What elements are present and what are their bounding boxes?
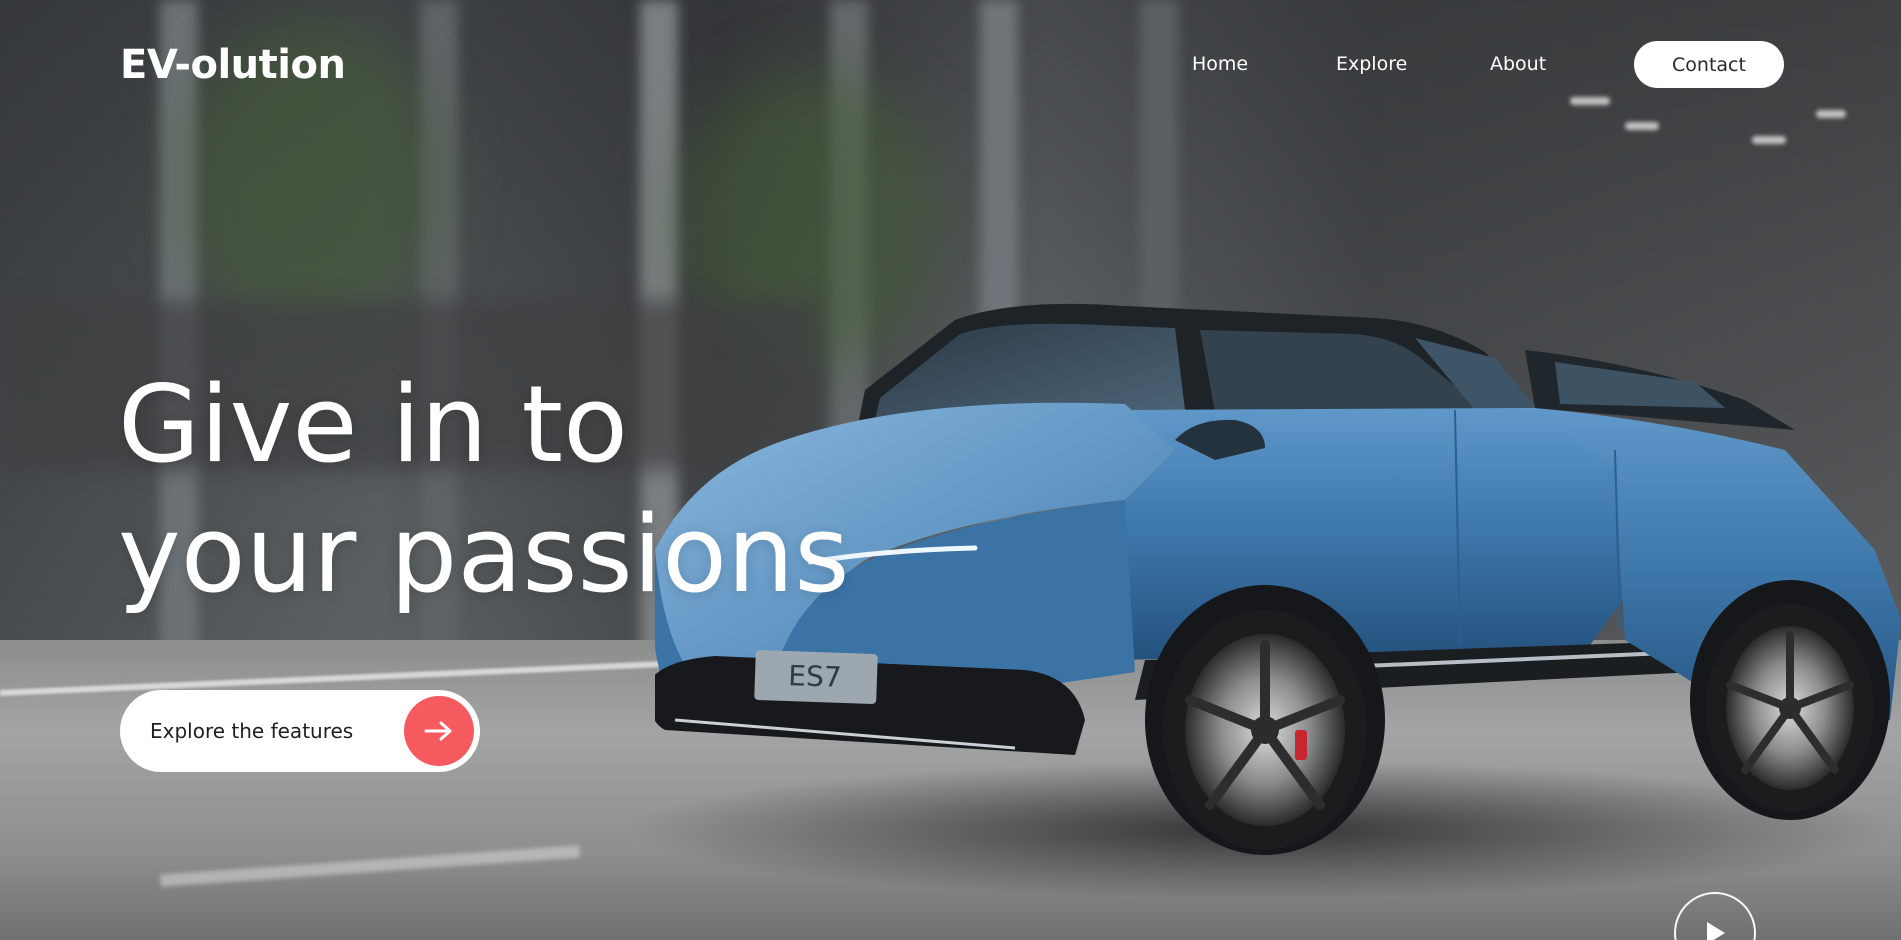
license-plate-text: ES7 bbox=[788, 659, 842, 694]
headline-line-1: Give in to bbox=[118, 363, 628, 486]
hero-section: ES7 EV-olution Home Explore About Contac… bbox=[0, 0, 1901, 940]
contact-button[interactable]: Contact bbox=[1634, 41, 1784, 88]
ceiling-light bbox=[1752, 136, 1786, 144]
nav-link-home[interactable]: Home bbox=[1192, 53, 1312, 75]
nav-link-explore[interactable]: Explore bbox=[1336, 53, 1456, 75]
play-icon bbox=[1707, 922, 1725, 940]
explore-features-label: Explore the features bbox=[150, 719, 354, 743]
ceiling-light bbox=[1570, 97, 1610, 105]
headline-line-2: your passions bbox=[118, 493, 850, 616]
explore-features-button[interactable]: Explore the features bbox=[120, 690, 480, 772]
nav-link-about[interactable]: About bbox=[1490, 53, 1610, 75]
hero-headline: Give in to your passions bbox=[118, 360, 849, 620]
arrow-right-icon[interactable] bbox=[404, 696, 474, 766]
brand-logo[interactable]: EV-olution bbox=[120, 42, 346, 88]
ceiling-light bbox=[1625, 122, 1659, 130]
ceiling-light bbox=[1816, 110, 1846, 118]
